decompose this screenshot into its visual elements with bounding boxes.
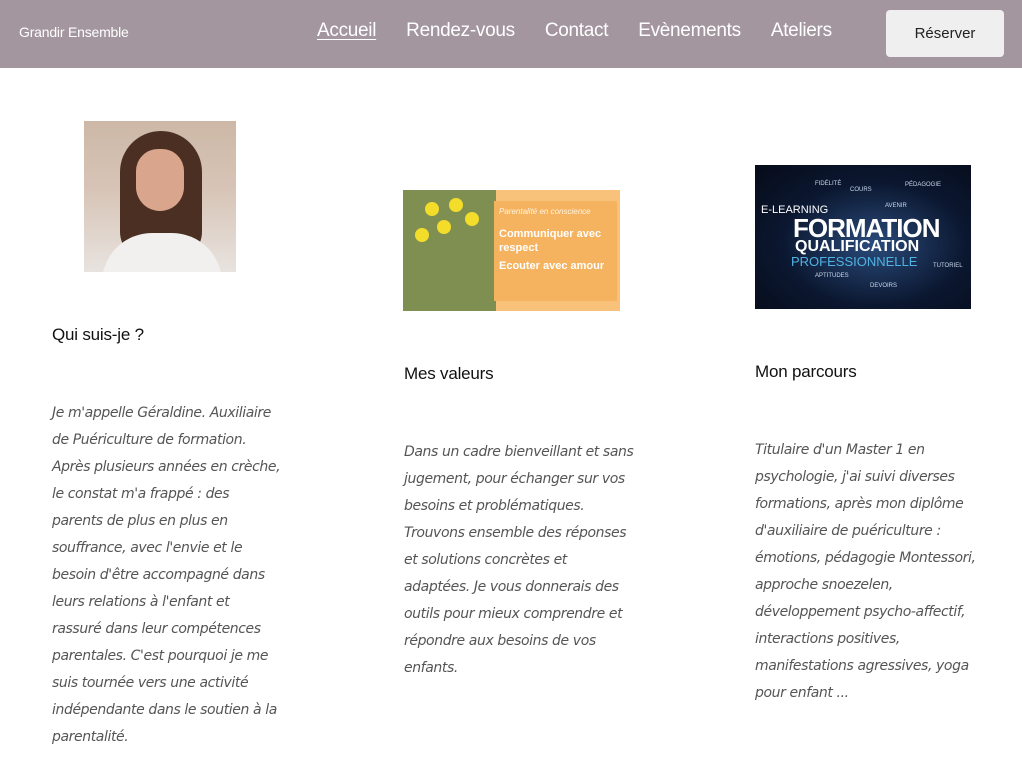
values-image-line2: respect [499, 242, 539, 254]
section-text-about: Je m'appelle Géraldine. Auxiliaire de Pu… [52, 405, 281, 745]
main-nav: Accueil Rendez-vous Contact Evènements A… [317, 20, 832, 42]
values-image: Parentalité en conscience Communiquer av… [403, 190, 620, 311]
section-title-values: Mes valeurs [404, 364, 494, 383]
formation-word-professionnelle: PROFESSIONNELLE [791, 254, 918, 269]
section-about: Qui suis-je ? Je m'appelle Géraldine. Au… [52, 325, 282, 751]
section-text-background: Titulaire d'un Master 1 en psychologie, … [755, 442, 976, 701]
nav-contact[interactable]: Contact [545, 20, 609, 42]
portrait-photo [84, 121, 236, 272]
section-text-values: Dans un cadre bienveillant et sans jugem… [404, 444, 634, 676]
section-title-background: Mon parcours [755, 362, 857, 381]
values-image-subtitle: Parentalité en conscience [499, 207, 591, 216]
nav-ateliers[interactable]: Ateliers [771, 20, 832, 42]
nav-evenements[interactable]: Evènements [638, 20, 741, 42]
nav-accueil[interactable]: Accueil [317, 20, 376, 42]
values-image-line1: Communiquer avec [499, 228, 602, 240]
section-background: Mon parcours Titulaire d'un Master 1 en … [755, 362, 985, 707]
brand-name[interactable]: Grandir Ensemble [19, 24, 129, 40]
site-header: Grandir Ensemble Accueil Rendez-vous Con… [0, 0, 1022, 68]
values-image-line3: Ecouter avec amour [499, 260, 605, 272]
section-values: Mes valeurs Dans un cadre bienveillant e… [404, 364, 634, 682]
section-title-about: Qui suis-je ? [52, 325, 144, 344]
formation-image: FIDÉLITÉ COURS PÉDAGOGIE AVENIR E-LEARNI… [755, 165, 971, 309]
nav-rendez-vous[interactable]: Rendez-vous [406, 20, 515, 42]
reserve-button[interactable]: Réserver [886, 10, 1004, 57]
